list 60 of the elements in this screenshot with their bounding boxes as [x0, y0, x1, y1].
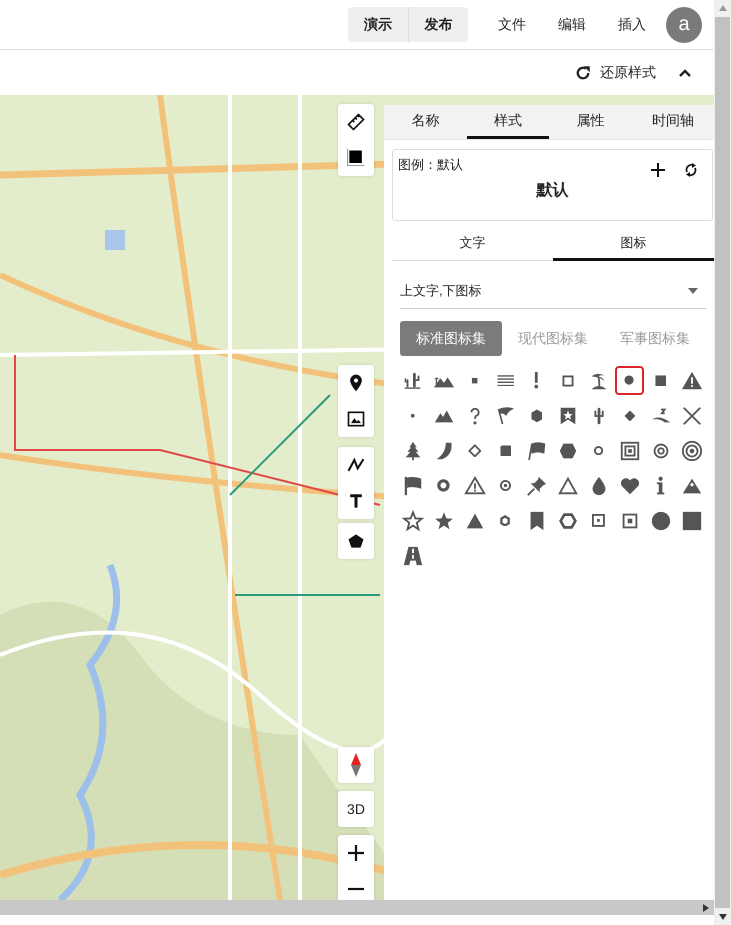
hexagon-icon — [530, 408, 542, 422]
square-icon — [500, 444, 512, 456]
icon-set-tab[interactable]: 标准图标集 — [400, 321, 502, 356]
image-icon — [346, 409, 366, 429]
square-icon — [470, 376, 478, 384]
square-target-icon — [618, 440, 640, 462]
waves-icon — [496, 374, 514, 386]
add-icon[interactable] — [650, 162, 666, 178]
tab[interactable]: 文字 — [392, 227, 553, 261]
tab[interactable]: 时间轴 — [632, 105, 714, 139]
warning-outline-icon — [464, 474, 486, 496]
cross-icon — [680, 404, 702, 426]
target-icon — [500, 480, 511, 491]
triangle-outline-icon — [556, 474, 578, 496]
plus-icon — [347, 844, 365, 862]
3d-button[interactable]: 3D — [338, 791, 374, 827]
dot-icon — [624, 375, 635, 386]
tab[interactable]: 名称 — [384, 105, 466, 139]
square-icon — [346, 148, 366, 168]
ring-icon — [594, 446, 604, 456]
diamond-icon — [624, 410, 636, 422]
menu-item[interactable]: 编辑 — [542, 7, 602, 42]
horizontal-scrollbar[interactable] — [0, 900, 714, 915]
square-icon — [680, 510, 702, 532]
menu-item[interactable]: 文件 — [482, 7, 542, 42]
ring-icon — [437, 479, 450, 492]
circle-icon — [650, 510, 672, 532]
layout-dropdown[interactable]: 上文字,下图标 — [400, 273, 706, 309]
square-icon — [654, 374, 666, 386]
minus-icon — [347, 887, 365, 891]
mode-button[interactable]: 演示 — [348, 7, 408, 42]
dropdown-caret-icon — [688, 288, 698, 294]
diamond-outline-icon — [468, 444, 482, 458]
info-icon — [656, 476, 666, 496]
scroll-down-icon[interactable] — [718, 914, 726, 920]
warning-icon — [680, 370, 702, 392]
icon-option[interactable] — [615, 366, 644, 395]
flag-icon — [526, 440, 548, 462]
refresh-icon — [574, 64, 592, 82]
menu-item[interactable]: 插入 — [602, 7, 662, 42]
legend-name: 默认 — [536, 180, 568, 201]
sync-icon[interactable] — [684, 162, 698, 178]
exclamation-icon — [534, 371, 539, 390]
reset-style-button[interactable]: 还原样式 — [574, 64, 656, 82]
target-icon — [680, 440, 702, 462]
mode-button[interactable]: 发布 — [408, 7, 468, 42]
dot-icon — [410, 412, 416, 418]
star-outline-icon — [402, 510, 424, 532]
scroll-right-icon[interactable] — [703, 904, 709, 912]
pushpin-icon — [526, 474, 548, 496]
compass-icon — [349, 752, 363, 778]
tab[interactable]: 属性 — [549, 105, 632, 139]
hexagon-outline-icon — [500, 514, 511, 526]
legend-label: 图例：默认 — [398, 156, 463, 174]
flag-icon — [494, 404, 516, 426]
collapse-icon[interactable] — [678, 68, 692, 78]
ruler-icon — [346, 112, 366, 132]
vertical-scrollbar[interactable] — [714, 0, 731, 925]
tab[interactable]: 样式 — [466, 105, 549, 139]
avatar[interactable]: a — [666, 6, 702, 42]
